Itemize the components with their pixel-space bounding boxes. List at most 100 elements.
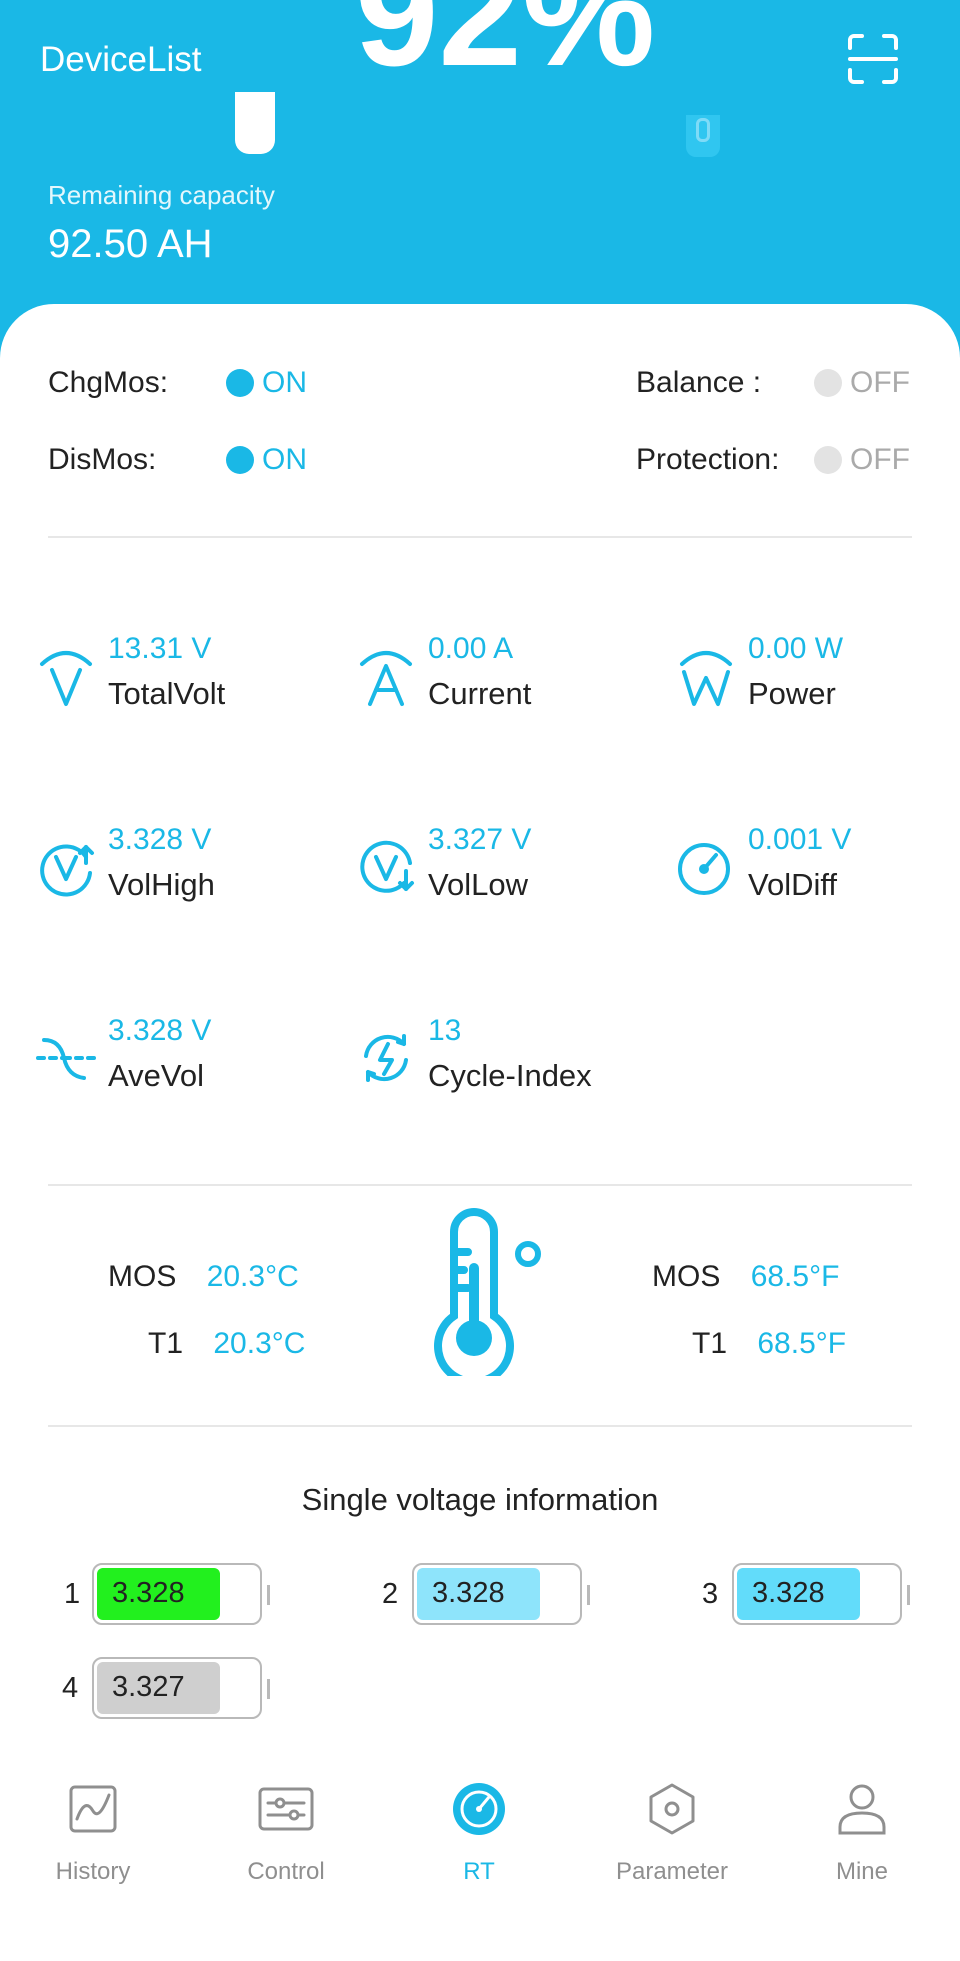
cell-voltage: 3.328	[112, 1577, 185, 1609]
cell-terminal	[907, 1585, 910, 1605]
metric-label: VolHigh	[108, 867, 215, 902]
dismos-label: DisMos:	[48, 443, 157, 476]
temp-label: T1	[692, 1327, 728, 1360]
metric-vol-diff: 0.001 V VolDiff	[676, 823, 960, 913]
metric-vol-low: 3.327 V VolLow	[356, 823, 646, 913]
cell-index: 4	[62, 1672, 79, 1704]
battery-mini-icon	[696, 118, 710, 142]
cell-voltage: 3.328	[752, 1577, 825, 1609]
cell-voltage: 3.328	[432, 1577, 505, 1609]
status-on-dot-icon	[226, 446, 254, 474]
tab-history[interactable]: History	[18, 1775, 168, 1895]
status-off-dot-icon	[814, 369, 842, 397]
metric-value: 3.328 V	[108, 1014, 212, 1047]
temp-t1-fahrenheit: T1 68.5°F	[692, 1327, 846, 1361]
protection-label: Protection:	[636, 443, 780, 476]
tab-label: History	[55, 1858, 131, 1885]
temp-label: MOS	[652, 1260, 721, 1293]
chart-icon	[65, 1781, 121, 1837]
divider	[48, 1425, 912, 1427]
battery-shape-left	[235, 92, 275, 154]
metric-value: 0.001 V	[748, 823, 852, 856]
dismos-status: ON	[226, 443, 307, 477]
chgmos-state: ON	[262, 366, 307, 399]
cell-terminal	[587, 1585, 590, 1605]
metric-vol-high: 3.328 V VolHigh	[36, 823, 326, 913]
divider	[48, 536, 912, 538]
page-title[interactable]: DeviceList	[40, 40, 201, 80]
tab-parameter[interactable]: Parameter	[597, 1775, 747, 1895]
metric-total-volt: 13.31 V TotalVolt	[36, 632, 326, 722]
scan-icon[interactable]	[846, 32, 900, 86]
cycle-lightning-icon	[356, 1026, 416, 1090]
metric-label: VolLow	[428, 867, 528, 902]
status-off-dot-icon	[814, 446, 842, 474]
metric-label: Cycle-Index	[428, 1058, 592, 1093]
metric-value: 13	[428, 1014, 462, 1047]
protection-state: OFF	[850, 443, 910, 476]
cell-battery: 3.328	[92, 1563, 262, 1625]
cell-index: 2	[382, 1578, 399, 1610]
tab-control[interactable]: Control	[211, 1775, 361, 1895]
remaining-capacity-label: Remaining capacity	[48, 180, 275, 210]
watt-icon	[676, 644, 736, 708]
temp-label: MOS	[108, 1260, 177, 1293]
temp-t1-celsius: T1 20.3°C	[148, 1327, 305, 1361]
status-on-dot-icon	[226, 369, 254, 397]
chgmos-status: ON	[226, 366, 307, 400]
temp-mos-celsius: MOS 20.3°C	[108, 1260, 299, 1294]
volt-low-icon	[356, 835, 416, 899]
temp-value: 20.3°C	[206, 1260, 299, 1293]
cell-index: 3	[702, 1578, 719, 1610]
tab-label: Parameter	[615, 1858, 729, 1885]
gauge-icon	[676, 835, 736, 899]
tab-rt[interactable]: RT	[404, 1775, 554, 1895]
remaining-capacity-value: 92.50 AH	[48, 222, 213, 266]
cell-terminal	[267, 1679, 270, 1699]
person-icon	[834, 1781, 890, 1837]
balance-state: OFF	[850, 366, 910, 399]
metric-value: 3.328 V	[108, 823, 212, 856]
metric-label: Current	[428, 676, 532, 711]
metric-value: 0.00 W	[748, 632, 844, 665]
metric-label: TotalVolt	[108, 676, 226, 711]
gauge-icon	[451, 1781, 507, 1837]
metric-ave-vol: 3.328 V AveVol	[36, 1014, 326, 1104]
cell-index: 1	[64, 1578, 81, 1610]
temp-value: 68.5°F	[757, 1327, 847, 1360]
metric-value: 13.31 V	[108, 632, 212, 665]
tab-label: RT	[463, 1858, 495, 1885]
balance-label: Balance :	[636, 366, 762, 399]
single-voltage-title: Single voltage information	[301, 1482, 659, 1517]
divider	[48, 1184, 912, 1186]
cell-battery: 3.327	[92, 1657, 262, 1719]
metric-cycle-index: 13 Cycle-Index	[356, 1014, 646, 1104]
sliders-icon	[258, 1781, 314, 1837]
dismos-state: ON	[262, 443, 307, 476]
cell-terminal	[267, 1585, 270, 1605]
cell-battery: 3.328	[732, 1563, 902, 1625]
temp-mos-fahrenheit: MOS 68.5°F	[652, 1260, 839, 1294]
metric-value: 0.00 A	[428, 632, 514, 665]
balance-status: OFF	[814, 366, 910, 400]
metric-current: 0.00 A Current	[356, 632, 646, 722]
volt-high-icon	[36, 835, 96, 899]
hexagon-icon	[644, 1781, 700, 1837]
temp-label: T1	[148, 1327, 184, 1360]
temp-value: 20.3°C	[213, 1327, 306, 1360]
temp-value: 68.5°F	[750, 1260, 840, 1293]
tab-label: Mine	[835, 1858, 889, 1885]
cell-voltage: 3.327	[112, 1671, 185, 1703]
tab-label: Control	[247, 1858, 325, 1885]
metric-label: Power	[748, 676, 836, 711]
metric-label: VolDiff	[748, 867, 838, 902]
thermometer-icon	[424, 1208, 544, 1386]
cell-battery: 3.328	[412, 1563, 582, 1625]
metric-value: 3.327 V	[428, 823, 532, 856]
metric-power: 0.00 W Power	[676, 632, 960, 722]
average-wave-icon	[36, 1026, 96, 1090]
metric-label: AveVol	[108, 1058, 204, 1093]
tab-mine[interactable]: Mine	[787, 1775, 937, 1895]
ampere-icon	[356, 644, 416, 708]
volt-icon	[36, 644, 96, 708]
